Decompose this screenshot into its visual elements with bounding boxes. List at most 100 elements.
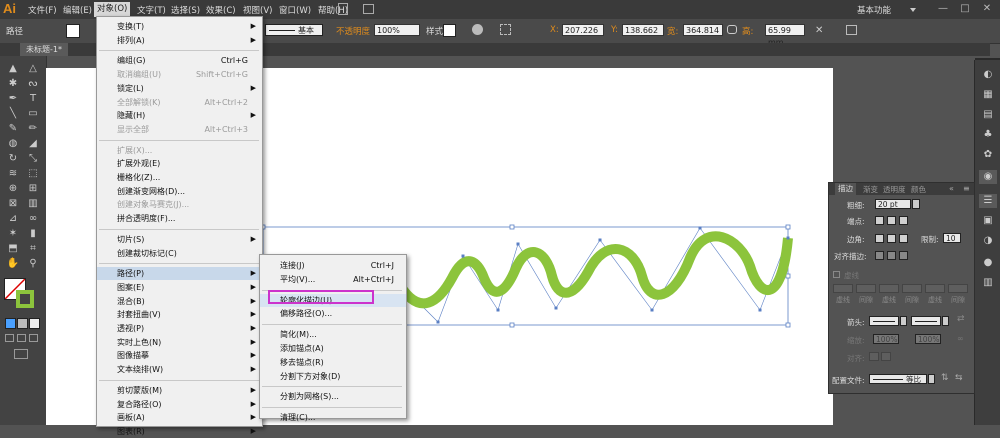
- dash-input[interactable]: [925, 284, 945, 293]
- path-submenu-item[interactable]: 添加锚点(A): [260, 342, 406, 355]
- wavy-stroke-path[interactable]: [393, 231, 793, 309]
- swap-arrows-icon[interactable]: ⇄: [957, 314, 965, 324]
- object-menu-item[interactable]: 创建裁切标记(C): [97, 247, 262, 260]
- color-panel-icon[interactable]: ◐: [979, 68, 997, 82]
- end-arrow-select[interactable]: [911, 316, 941, 326]
- gap-input[interactable]: [948, 284, 968, 293]
- profile-select[interactable]: 等比: [869, 374, 927, 384]
- panel-menu-icon[interactable]: ≡: [963, 184, 970, 193]
- link-scale-icon[interactable]: ∞: [957, 334, 964, 343]
- dash-input[interactable]: [879, 284, 899, 293]
- miter-join-icon[interactable]: [875, 234, 884, 243]
- path-submenu-item[interactable]: 平均(V)... Alt+Ctrl+J: [260, 273, 406, 286]
- swatches-panel-icon[interactable]: ▤: [979, 108, 997, 122]
- panel-collapse-icon[interactable]: «: [949, 184, 954, 193]
- round-cap-icon[interactable]: [887, 216, 896, 225]
- align-outside-icon[interactable]: [899, 251, 908, 260]
- flip-across-icon[interactable]: ⇆: [955, 373, 963, 383]
- start-scale-input[interactable]: 100%: [873, 334, 899, 344]
- object-menu-item[interactable]: 图表(R) ▶: [97, 425, 262, 438]
- anchor-point[interactable]: [698, 226, 702, 230]
- arrow-end-align-icon[interactable]: [881, 352, 891, 361]
- path-submenu-item[interactable]: 分割下方对象(D): [260, 370, 406, 383]
- tab-stroke[interactable]: 描边: [835, 183, 856, 195]
- object-menu-item[interactable]: 拼合透明度(F)...: [97, 212, 262, 225]
- dash-input[interactable]: [833, 284, 853, 293]
- tab-transparency[interactable]: 透明度: [883, 184, 906, 195]
- object-menu-item[interactable]: 隐藏(H) ▶: [97, 109, 262, 122]
- align-inside-icon[interactable]: [887, 251, 896, 260]
- object-menu-item[interactable]: 图案(E) ▶: [97, 281, 262, 294]
- anchor-point[interactable]: [436, 320, 440, 324]
- anchor-point[interactable]: [598, 238, 602, 242]
- dashed-checkbox[interactable]: [833, 271, 840, 278]
- bounding-box-handle[interactable]: [785, 273, 791, 279]
- profile-dropdown-icon[interactable]: [928, 374, 935, 384]
- path-submenu-item[interactable]: 分割为网格(S)...: [260, 390, 406, 403]
- object-menu-item[interactable]: 复合路径(O) ▶: [97, 398, 262, 411]
- bounding-box-handle[interactable]: [509, 224, 515, 230]
- anchor-point[interactable]: [758, 308, 762, 312]
- anchor-point[interactable]: [786, 236, 790, 240]
- color-guide-icon[interactable]: ▦: [979, 88, 997, 102]
- limit-input[interactable]: 10: [943, 233, 961, 243]
- object-menu-item[interactable]: 文本绕排(W) ▶: [97, 363, 262, 376]
- graphic-styles-icon[interactable]: ◉: [979, 170, 997, 184]
- object-menu-item[interactable]: 创建渐变网格(D)...: [97, 185, 262, 198]
- object-menu-item[interactable]: 图像描摹 ▶: [97, 349, 262, 362]
- path-submenu-item[interactable]: 连接(J) Ctrl+J: [260, 259, 406, 272]
- object-menu-item[interactable]: 封套扭曲(V) ▶: [97, 308, 262, 321]
- bounding-box-handle[interactable]: [785, 224, 791, 230]
- brushes-panel-icon[interactable]: ♣: [979, 128, 997, 142]
- symbols-panel-icon[interactable]: ✿: [979, 148, 997, 162]
- gap-input[interactable]: [902, 284, 922, 293]
- path-submenu-item[interactable]: 清理(C)...: [260, 411, 406, 424]
- object-menu-item[interactable]: 切片(S) ▶: [97, 233, 262, 246]
- bounding-box-handle[interactable]: [785, 322, 791, 328]
- transparency-panel-icon[interactable]: ◑: [979, 234, 997, 248]
- object-menu-item[interactable]: 实时上色(N) ▶: [97, 336, 262, 349]
- menu-item-label: 全部解锁(K): [117, 97, 161, 107]
- object-menu-item[interactable]: 剪切蒙版(M) ▶: [97, 384, 262, 397]
- object-menu-item[interactable]: 排列(A) ▶: [97, 34, 262, 47]
- object-menu-item[interactable]: 编组(G) Ctrl+G: [97, 54, 262, 67]
- bevel-join-icon[interactable]: [899, 234, 908, 243]
- object-menu-item[interactable]: 锁定(L) ▶: [97, 82, 262, 95]
- gradient-panel-icon[interactable]: ▣: [979, 214, 997, 228]
- path-submenu-item[interactable]: 简化(M)...: [260, 328, 406, 341]
- anchor-point[interactable]: [461, 254, 465, 258]
- stroke-panel-icon[interactable]: ☰: [979, 194, 997, 208]
- object-menu-item[interactable]: 混合(B) ▶: [97, 295, 262, 308]
- start-arrow-dropdown-icon[interactable]: [900, 316, 907, 326]
- object-menu-item[interactable]: 透视(P) ▶: [97, 322, 262, 335]
- butt-cap-icon[interactable]: [875, 216, 884, 225]
- anchor-point[interactable]: [496, 308, 500, 312]
- object-menu-item[interactable]: 变换(T) ▶: [97, 20, 262, 33]
- weight-dropdown-icon[interactable]: [912, 199, 920, 209]
- weight-input[interactable]: 20 pt: [875, 199, 911, 209]
- object-menu-item[interactable]: 栅格化(Z)...: [97, 171, 262, 184]
- projecting-cap-icon[interactable]: [899, 216, 908, 225]
- end-arrow-dropdown-icon[interactable]: [942, 316, 949, 326]
- menu-item-label: 路径(P): [117, 269, 145, 279]
- object-menu-item[interactable]: 扩展外观(E): [97, 157, 262, 170]
- round-join-icon[interactable]: [887, 234, 896, 243]
- path-submenu-item[interactable]: 移去锚点(R): [260, 356, 406, 369]
- anchor-point[interactable]: [650, 308, 654, 312]
- flip-along-icon[interactable]: ⇅: [941, 373, 949, 383]
- object-menu-item[interactable]: 路径(P) ▶: [97, 267, 262, 281]
- align-center-icon[interactable]: [875, 251, 884, 260]
- anchor-point[interactable]: [554, 306, 558, 310]
- end-scale-input[interactable]: 100%: [915, 334, 941, 344]
- tab-gradient[interactable]: 渐变: [863, 184, 878, 195]
- start-arrow-select[interactable]: [869, 316, 899, 326]
- path-submenu-item[interactable]: 偏移路径(O)...: [260, 307, 406, 320]
- object-menu-item[interactable]: 画板(A) ▶: [97, 411, 262, 424]
- tab-color[interactable]: 颜色: [911, 184, 926, 195]
- bounding-box-handle[interactable]: [509, 322, 515, 328]
- appearance-panel-icon[interactable]: ●: [979, 256, 997, 270]
- layers-panel-icon[interactable]: ▥: [979, 276, 997, 290]
- gap-input[interactable]: [856, 284, 876, 293]
- anchor-point[interactable]: [516, 242, 520, 246]
- arrow-tip-align-icon[interactable]: [869, 352, 879, 361]
